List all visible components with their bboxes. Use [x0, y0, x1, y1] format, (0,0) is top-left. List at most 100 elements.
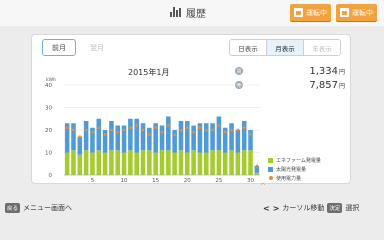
legend-enefarm-swatch — [268, 157, 273, 163]
usage-point-day-1 — [65, 126, 69, 130]
usage-point-day-16 — [160, 130, 164, 134]
legend-usage-dot — [269, 176, 273, 180]
bar-solar-day-28 — [235, 130, 241, 153]
back-key: 戻る — [5, 203, 21, 213]
bar-solar-day-6 — [96, 118, 102, 151]
usage-point-day-15 — [154, 126, 158, 130]
x-tick-label-10: 10 — [121, 178, 128, 184]
usage-point-day-24 — [211, 128, 214, 132]
bar-enefarm-day-30 — [248, 150, 253, 175]
cursor-move-label: カーソル移動 — [282, 204, 325, 212]
bar-solar-day-11 — [128, 118, 133, 151]
legend-enefarm-label: エネファーム発電量 — [276, 157, 321, 164]
history-panel: 前月 翌月 日表示 月表示 年表示 2015年1月 買 1,334 円 売 7,… — [31, 34, 351, 185]
x-tick-label-15: 15 — [152, 178, 159, 184]
bar-solar-day-21 — [191, 125, 196, 151]
usage-point-day-18 — [173, 133, 177, 136]
x-axis-unit: 日 — [261, 183, 265, 185]
bar-enefarm-day-4 — [83, 150, 89, 175]
usage-point-day-27 — [230, 128, 233, 132]
bar-solar-day-19 — [178, 121, 184, 151]
bar-solar-day-27 — [229, 123, 234, 151]
back-label: メニュー画面へ — [23, 204, 73, 212]
bar-enefarm-day-24 — [210, 150, 215, 175]
bar-solar-day-13 — [140, 123, 146, 151]
panel-icon — [294, 8, 303, 17]
usage-point-day-30 — [249, 133, 252, 136]
bar-enefarm-day-1 — [64, 152, 70, 175]
bar-solar-day-30 — [248, 130, 253, 151]
bar-enefarm-day-31 — [254, 172, 260, 175]
legend-usage-label: 使用電力量 — [276, 175, 302, 182]
bar-solar-day-29 — [241, 121, 247, 151]
operation-status-button-1[interactable]: 運転中 — [290, 4, 331, 21]
bar-solar-day-2 — [71, 123, 76, 151]
panel-icon — [340, 8, 349, 17]
cursor-hint: < > カーソル移動 決定 選択 — [263, 203, 359, 213]
legend-solar-label: 太陽光発電量 — [276, 166, 307, 173]
usage-point-day-8 — [110, 128, 113, 132]
bar-enefarm-day-11 — [128, 150, 133, 175]
bar-enefarm-day-23 — [203, 152, 209, 175]
usage-point-day-11 — [128, 126, 132, 130]
bar-chart-icon — [170, 7, 181, 17]
usage-point-day-22 — [198, 126, 202, 130]
usage-point-day-21 — [192, 130, 196, 134]
bar-enefarm-day-26 — [222, 152, 228, 175]
usage-point-day-23 — [204, 128, 208, 132]
bar-enefarm-day-19 — [178, 150, 184, 175]
y-axis-unit: kWh — [46, 77, 56, 83]
usage-point-day-19 — [179, 128, 183, 132]
legend-solar-swatch — [268, 166, 273, 172]
page-title: 履歴 — [170, 4, 206, 20]
operation-status-label-1: 運転中 — [306, 8, 327, 17]
decide-label: 選択 — [345, 204, 360, 212]
usage-point-day-25 — [217, 124, 221, 127]
usage-point-day-3 — [78, 135, 82, 139]
legend-enefarm: エネファーム発電量 — [268, 156, 321, 164]
chevron-left-icon: < — [263, 203, 270, 213]
bar-enefarm-day-6 — [96, 150, 102, 175]
bar-enefarm-day-18 — [172, 152, 177, 175]
y-tick-label-20: 20 — [45, 128, 52, 134]
bar-solar-day-25 — [216, 116, 222, 151]
bar-solar-day-16 — [159, 125, 165, 151]
header-bar: 履歴 運転中 運転中 — [0, 0, 384, 26]
x-tick-label-5: 5 — [91, 178, 95, 184]
y-tick-label-10: 10 — [45, 151, 52, 157]
bar-enefarm-day-25 — [216, 150, 222, 175]
usage-point-day-4 — [84, 128, 88, 132]
x-tick-label-25: 25 — [215, 178, 222, 184]
bar-enefarm-day-16 — [159, 150, 165, 175]
usage-point-day-14 — [147, 133, 151, 136]
usage-point-day-6 — [97, 126, 101, 130]
legend-usage: 使用電力量 — [268, 174, 301, 182]
bar-enefarm-day-20 — [185, 152, 190, 175]
bar-solar-day-12 — [134, 118, 139, 153]
bar-solar-day-9 — [115, 125, 121, 151]
usage-point-day-31 — [255, 164, 259, 168]
usage-point-day-2 — [72, 128, 75, 132]
usage-point-day-7 — [103, 133, 107, 136]
chevron-right-icon: > — [272, 203, 280, 213]
bar-solar-day-14 — [147, 127, 152, 151]
bar-solar-day-23 — [203, 123, 209, 153]
back-to-menu[interactable]: 戻る メニュー画面へ — [5, 203, 72, 213]
bar-enefarm-day-28 — [235, 152, 241, 175]
x-tick-label-20: 20 — [184, 178, 191, 184]
usage-point-day-29 — [242, 126, 246, 130]
bar-enefarm-day-3 — [77, 154, 83, 175]
page-title-label: 履歴 — [186, 8, 206, 20]
usage-point-day-20 — [185, 126, 189, 130]
usage-point-day-12 — [135, 124, 139, 127]
y-tick-label-0: 0 — [49, 173, 53, 179]
bar-solar-day-4 — [83, 121, 89, 151]
bar-enefarm-day-7 — [102, 152, 108, 175]
bar-enefarm-day-21 — [191, 150, 196, 175]
bar-enefarm-day-12 — [134, 152, 139, 175]
bar-enefarm-day-29 — [241, 150, 247, 175]
bar-enefarm-day-9 — [115, 150, 121, 175]
bar-enefarm-day-14 — [147, 150, 152, 175]
legend-solar: 太陽光発電量 — [268, 165, 306, 173]
operation-status-button-2[interactable]: 運転中 — [336, 4, 377, 21]
